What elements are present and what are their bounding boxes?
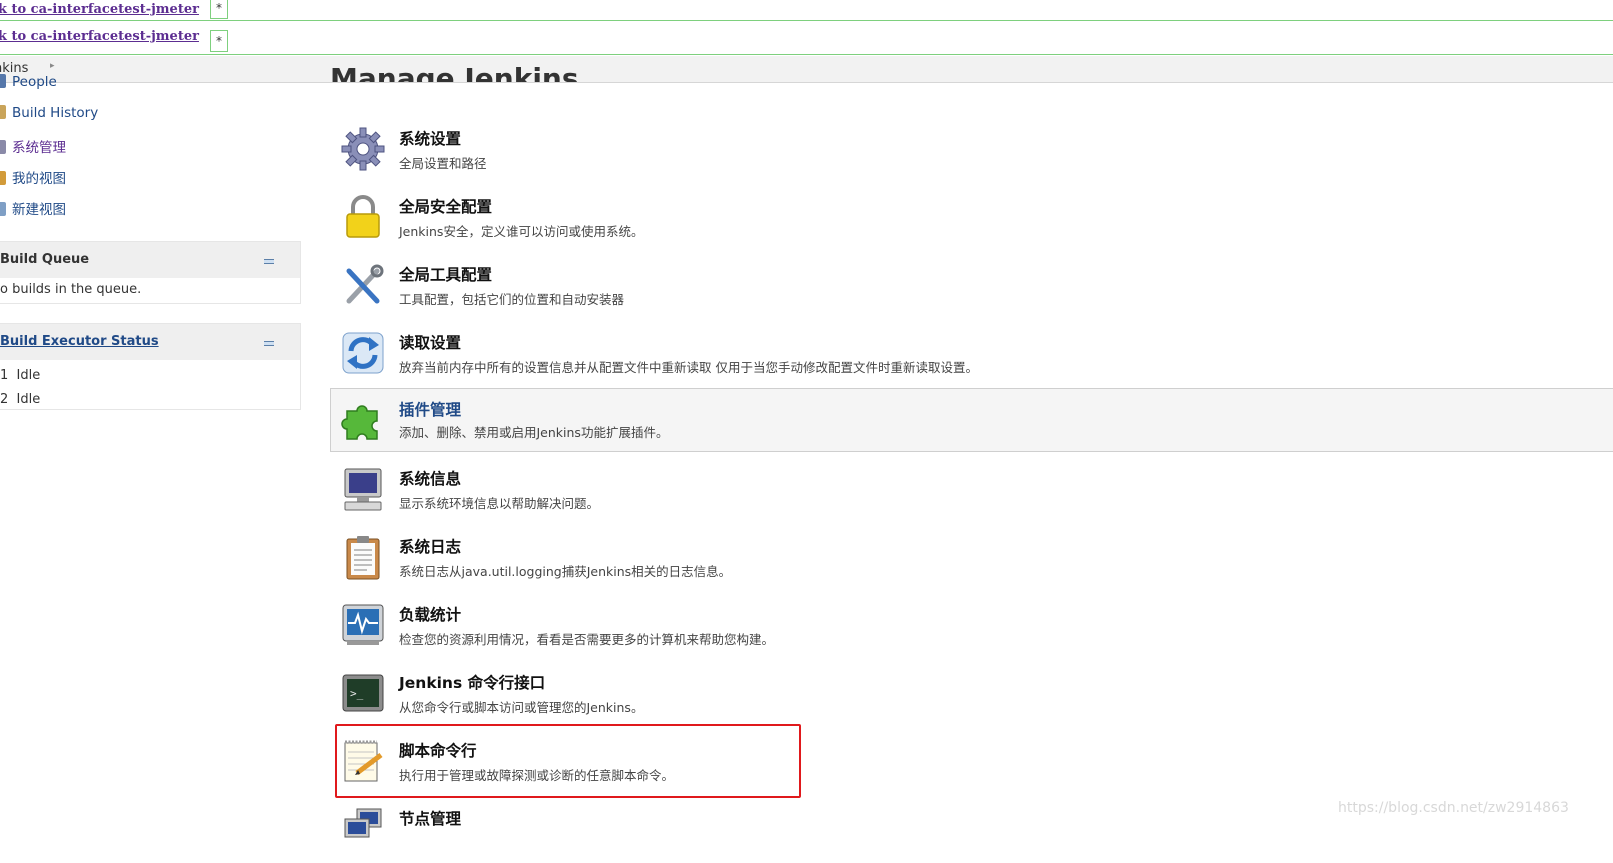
sidebar-item-label: 我的视图 — [12, 171, 66, 187]
executor-status-link[interactable]: Build Executor Status — [0, 334, 159, 349]
breadcrumb-arrow-icon[interactable]: ▸ — [50, 61, 55, 71]
entry-name: 全局安全配置 — [399, 198, 493, 216]
svg-text:>_: >_ — [350, 687, 364, 700]
sidebar-item-new-view[interactable]: 新建视图 — [0, 198, 66, 218]
entry-desc: 添加、删除、禁用或启用Jenkins功能扩展插件。 — [399, 425, 669, 440]
page-title: Manage Jenkins — [330, 62, 579, 82]
collapse-icon[interactable] — [264, 259, 274, 264]
entry-name: 节点管理 — [399, 810, 462, 828]
people-icon — [0, 74, 6, 88]
terminal-icon: >_ — [342, 674, 384, 712]
puzzle-icon — [341, 405, 378, 440]
executor-status-pane: Build Executor Status 1 Idle 2 Idle — [0, 323, 301, 410]
manage-entry-reload[interactable]: 读取设置 放弃当前内存中所有的设置信息并从配置文件中重新读取 仅用于当您手动修改… — [331, 325, 1613, 387]
manage-entry-security[interactable]: 全局安全配置 Jenkins安全，定义谁可以访问或使用系统。 — [331, 189, 1613, 251]
breadcrumb: nkins ▸ — [0, 56, 1613, 83]
entry-name: Jenkins 命令行接口 — [399, 674, 546, 692]
manage-entry-cli[interactable]: >_ Jenkins 命令行接口 从您命令行或脚本访问或管理您的Jenkins。 — [331, 665, 1613, 727]
refresh-icon — [342, 332, 384, 374]
highlight-box — [335, 724, 801, 798]
entry-name: 系统信息 — [399, 470, 462, 488]
executor-number: 2 — [0, 392, 9, 407]
entry-desc: Jenkins安全，定义谁可以访问或使用系统。 — [399, 224, 644, 239]
folder-icon — [0, 202, 6, 216]
executor-status: Idle — [16, 392, 41, 407]
manage-entry-system-log[interactable]: 系统日志 系统日志从java.util.logging捕获Jenkins相关的日… — [331, 529, 1613, 591]
build-queue-header: Build Queue — [0, 242, 300, 278]
sidebar-item-my-views[interactable]: 我的视图 — [0, 167, 66, 187]
back-to-project-link-2[interactable]: ck to ca-interfacetest-jmeter — [0, 29, 199, 44]
collapse-icon[interactable] — [264, 341, 274, 346]
clipboard-icon — [346, 536, 380, 580]
manage-entry-plugins[interactable]: 插件管理 添加、删除、禁用或启用Jenkins功能扩展插件。 — [330, 388, 1613, 452]
sidebar-item-label: 新建视图 — [12, 202, 66, 218]
lock-icon — [346, 195, 380, 238]
manage-entry-configure[interactable]: 系统设置 全局设置和路径 — [331, 121, 1613, 183]
tools-icon — [346, 264, 384, 304]
user-icon — [0, 171, 6, 185]
executor-row: 2 Idle — [0, 388, 300, 412]
gear-icon — [0, 140, 6, 154]
executor-status: Idle — [16, 368, 41, 383]
entry-desc: 工具配置，包括它们的位置和自动安装器 — [399, 292, 625, 307]
build-queue-title: Build Queue — [0, 252, 90, 267]
watermark: https://blog.csdn.net/zw2914863 — [1338, 800, 1569, 816]
top-back-bar-2: ck to ca-interfacetest-jmeter * — [0, 22, 1613, 55]
star-marker-2: * — [210, 30, 228, 52]
back-to-project-link[interactable]: ck to ca-interfacetest-jmeter — [0, 2, 199, 17]
entry-desc: 系统日志从java.util.logging捕获Jenkins相关的日志信息。 — [399, 564, 732, 579]
entry-desc: 从您命令行或脚本访问或管理您的Jenkins。 — [399, 700, 644, 715]
sidebar-item-label: Build History — [12, 105, 99, 121]
monitor-chart-icon — [342, 604, 384, 645]
manage-entry-system-info[interactable]: 系统信息 显示系统环境信息以帮助解决问题。 — [331, 461, 1613, 523]
computer-icon — [344, 468, 382, 511]
entry-name: 插件管理 — [399, 401, 462, 419]
entry-name: 全局工具配置 — [399, 266, 493, 284]
executor-number: 1 — [0, 368, 9, 383]
entry-name: 系统设置 — [399, 130, 462, 148]
gear-icon — [341, 127, 385, 171]
top-back-bar: ck to ca-interfacetest-jmeter * — [0, 0, 1613, 21]
manage-entry-tools[interactable]: 全局工具配置 工具配置，包括它们的位置和自动安装器 — [331, 257, 1613, 319]
executor-row: 1 Idle — [0, 364, 300, 388]
sidebar-item-build-history[interactable]: Build History — [0, 105, 98, 121]
computers-icon — [344, 808, 382, 838]
entry-name: 负载统计 — [399, 606, 462, 624]
entry-name: 读取设置 — [399, 334, 462, 352]
executor-status-header: Build Executor Status — [0, 324, 300, 360]
sidebar-item-manage[interactable]: 系统管理 — [0, 136, 66, 156]
sidebar-item-people[interactable]: People — [0, 74, 57, 90]
entry-desc: 检查您的资源利用情况，看看是否需要更多的计算机来帮助您构建。 — [399, 632, 775, 647]
build-queue-empty: o builds in the queue. — [0, 282, 142, 297]
sidebar-item-label: People — [12, 74, 57, 90]
notepad-icon — [0, 105, 6, 119]
sidebar-item-label: 系统管理 — [12, 140, 66, 156]
entry-name: 系统日志 — [399, 538, 462, 556]
build-queue-pane: Build Queue o builds in the queue. — [0, 241, 301, 304]
star-marker: * — [210, 0, 228, 19]
entry-desc: 全局设置和路径 — [399, 156, 487, 171]
manage-entry-load-stats[interactable]: 负载统计 检查您的资源利用情况，看看是否需要更多的计算机来帮助您构建。 — [331, 597, 1613, 659]
entry-desc: 放弃当前内存中所有的设置信息并从配置文件中重新读取 仅用于当您手动修改配置文件时… — [399, 360, 978, 375]
entry-desc: 显示系统环境信息以帮助解决问题。 — [399, 496, 600, 511]
